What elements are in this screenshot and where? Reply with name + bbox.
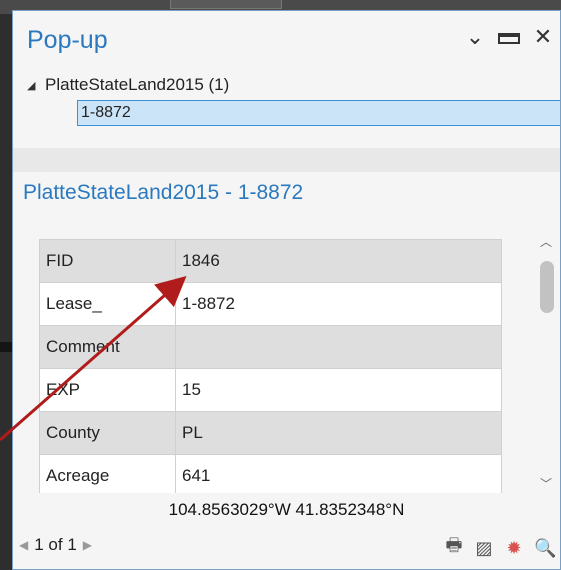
scroll-thumb[interactable]: [540, 261, 554, 313]
field-value: [175, 325, 502, 369]
table-row: Acreage 641: [39, 454, 502, 493]
next-feature-icon[interactable]: ▶: [83, 538, 92, 552]
scroll-down-icon[interactable]: ﹀: [537, 475, 555, 492]
feature-section-title: PlatteStateLand2015 - 1-8872: [23, 181, 304, 204]
table-row: EXP 15: [39, 368, 502, 412]
page-indicator: 1 of 1: [34, 535, 77, 554]
field-name: Lease_: [39, 282, 176, 326]
popup-window: Pop-up ⌄ ✕ ◢ PlatteStateLand2015 (1) 1-8…: [12, 10, 561, 570]
table-row: Comment: [39, 325, 502, 369]
field-name: Acreage: [39, 454, 176, 493]
maximize-icon[interactable]: [498, 25, 520, 49]
vertical-scrollbar[interactable]: ︿ ﹀: [533, 227, 559, 493]
chevron-down-icon[interactable]: ⌄: [464, 25, 486, 49]
background-toolbar-fragment: [170, 0, 282, 9]
window-controls: ⌄ ✕: [464, 25, 554, 49]
coordinates-readout: 104.8563029°W 41.8352348°N: [168, 500, 405, 519]
attribute-scroll-area[interactable]: FID 1846 Lease_ 1-8872 Comment EXP 15 Co…: [13, 227, 560, 493]
field-value: PL: [175, 411, 502, 455]
table-row: Lease_ 1-8872: [39, 282, 502, 326]
background-map-left: [0, 14, 12, 570]
feature-tree: ◢ PlatteStateLand2015 (1) 1-8872: [27, 73, 560, 133]
popup-title: Pop-up: [27, 26, 108, 54]
tree-layer-label: PlatteStateLand2015 (1): [45, 75, 230, 94]
close-icon[interactable]: ✕: [532, 25, 554, 49]
field-name: FID: [39, 239, 176, 283]
popup-tools: 🖶 ▨ ✹ 🔍: [444, 533, 557, 563]
field-value: 641: [175, 454, 502, 493]
collapse-triangle-icon[interactable]: ◢: [27, 79, 45, 92]
print-icon[interactable]: 🖶: [444, 533, 464, 563]
field-name: EXP: [39, 368, 176, 412]
table-row: County PL: [39, 411, 502, 455]
highlight-icon[interactable]: ✹: [504, 538, 524, 559]
table-row: FID 1846: [39, 239, 502, 283]
zoom-to-icon[interactable]: 🔍: [534, 538, 556, 559]
background-map-left-strip: [0, 342, 12, 352]
tree-layer-row[interactable]: ◢ PlatteStateLand2015 (1): [27, 73, 560, 97]
pane-separator[interactable]: [13, 148, 560, 172]
field-name: Comment: [39, 325, 176, 369]
scroll-up-icon[interactable]: ︿: [537, 233, 555, 250]
field-value: 15: [175, 368, 502, 412]
field-value: 1-8872: [175, 282, 502, 326]
field-name: County: [39, 411, 176, 455]
feature-navigator: ◀ 1 of 1 ▶: [19, 535, 92, 555]
popup-titlebar: Pop-up ⌄ ✕: [13, 11, 560, 71]
tree-feature-item[interactable]: 1-8872: [77, 100, 560, 126]
previous-feature-icon[interactable]: ◀: [19, 538, 28, 552]
flash-feature-icon[interactable]: ▨: [474, 538, 494, 559]
field-value: 1846: [175, 239, 502, 283]
attribute-table: FID 1846 Lease_ 1-8872 Comment EXP 15 Co…: [39, 239, 502, 493]
